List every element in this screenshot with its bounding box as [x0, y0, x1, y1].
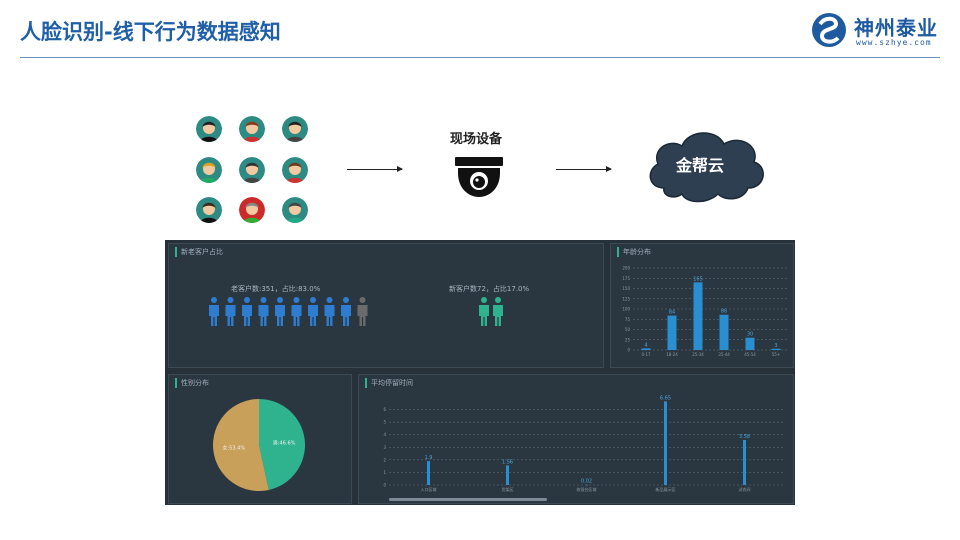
person-icon [308, 297, 318, 326]
x-tick-label: 试衣间 [739, 486, 751, 492]
bar [667, 315, 677, 350]
person-avatar-icon [239, 197, 265, 223]
logo-url: www.szhye.com [856, 38, 932, 47]
bar [719, 314, 729, 350]
y-tick-label: 2 [383, 457, 386, 462]
bar [743, 439, 746, 485]
bar-value-label: 86 [721, 309, 727, 315]
dashboard-screenshot: 新老客户占比 老客户数:351，占比:83.0% 新客户数72，占比17.0% … [165, 240, 795, 505]
x-tick-label: 货架区 [502, 486, 514, 492]
logo-text: 神州泰业 [854, 16, 938, 40]
y-tick-label: 125 [622, 296, 630, 301]
y-tick-label: 3 [383, 445, 386, 450]
bar [641, 348, 651, 350]
y-tick-label: 200 [622, 266, 630, 271]
panel-title: 年龄分布 [617, 247, 651, 257]
arrow-to-cloud-icon [556, 166, 612, 172]
old-customer-text: 老客户数:351，占比:83.0% [231, 285, 321, 293]
gender-panel: 性别分布 男:46.6% 女:53.4% [168, 374, 352, 504]
logo-mark-icon [812, 13, 846, 47]
y-tick-label: 4 [383, 432, 386, 437]
person-avatar-icon [239, 157, 265, 183]
camera-icon [455, 157, 503, 197]
y-tick-label: 5 [383, 420, 386, 425]
device-label: 现场设备 [450, 132, 503, 147]
x-tick-label: 55+ [772, 352, 780, 357]
y-tick-label: 150 [622, 286, 630, 291]
y-tick-label: 1 [383, 470, 386, 475]
x-tick-label: 25-34 [692, 352, 704, 357]
new-customer-icons [479, 297, 503, 326]
person-avatar-icon [282, 116, 308, 142]
y-tick-label: 6 [383, 407, 386, 412]
bar-value-label: 3 [774, 343, 777, 349]
bar-value-label: 0.02 [581, 479, 592, 485]
person-avatar-icon [196, 197, 222, 223]
y-tick-label: 100 [622, 307, 630, 312]
y-tick-label: 75 [625, 317, 631, 322]
bar [664, 401, 667, 485]
person-icon [357, 297, 368, 326]
arrow-to-device-icon [347, 166, 403, 172]
person-icon [258, 297, 269, 326]
y-tick-label: 0 [627, 348, 630, 353]
bar-value-label: 4 [644, 342, 647, 348]
person-avatar-icon [239, 116, 265, 142]
person-avatar-icon [196, 157, 222, 183]
person-icon [209, 297, 219, 326]
person-icon [275, 297, 285, 326]
bar-value-label: 3.58 [739, 434, 750, 440]
person-avatar-icon [282, 197, 308, 223]
dwell-chart: 0 1 2 3 4 5 6 1.9 入口区域 1.56 货架区 0.02收银台区域 6.65 新品展示区 3… [383, 395, 784, 492]
bar [771, 348, 781, 350]
bar-value-label: 1.9 [425, 455, 433, 461]
x-tick-label: 收银台区域 [577, 486, 597, 492]
y-tick-label: 0 [383, 483, 386, 488]
cloud-label: 金帮云 [676, 156, 725, 175]
y-tick-label: 50 [625, 327, 631, 332]
panel-title: 新老客户占比 [175, 247, 223, 257]
panel-title: 性别分布 [175, 378, 209, 388]
dwell-time-panel: 平均停留时间 0 1 2 3 4 5 6 1.9 入口区域 1.56 货架区 0.02 收银台区域 6.6… [358, 374, 794, 504]
bar-value-label: 165 [693, 276, 703, 282]
person-icon [493, 297, 503, 326]
x-tick-label: 18-24 [666, 352, 678, 357]
age-distribution-panel: 年龄分布 0 25 50 75 100 125 150 175 200 4 0-17 84 18-24 1… [610, 243, 794, 368]
person-avatar-icon [282, 157, 308, 183]
person-icon [242, 297, 252, 326]
bar [585, 484, 588, 486]
person-icon [324, 297, 335, 326]
bar-value-label: 1.56 [502, 459, 513, 465]
person-avatar-icon [196, 116, 222, 142]
bar-value-label: 30 [747, 332, 753, 338]
bar [745, 337, 755, 350]
pie-slice-label: 男:46.6% [273, 440, 296, 446]
title-divider [20, 57, 940, 58]
age-chart: 0 25 50 75 100 125 150 175 200 4 0-17 84 18-24 165 25-… [622, 266, 789, 357]
bar [427, 461, 430, 485]
y-tick-label: 25 [625, 337, 631, 342]
new-customer-text: 新客户数72，占比17.0% [449, 285, 530, 293]
y-tick-label: 175 [622, 276, 630, 281]
person-icon [291, 297, 302, 326]
bar-value-label: 84 [669, 310, 675, 316]
x-tick-label: 0-17 [641, 352, 651, 357]
old-customer-icons [209, 297, 368, 326]
x-tick-label: 新品展示区 [656, 486, 676, 492]
person-icon [225, 297, 236, 326]
gender-pie-chart: 男:46.6% 女:53.4% [213, 399, 305, 491]
bar [693, 282, 703, 350]
bar [506, 465, 509, 485]
person-icon [479, 297, 489, 326]
pie-slice-label: 女:53.4% [223, 445, 246, 452]
page-title: 人脸识别-线下行为数据感知 [20, 20, 281, 44]
customer-ratio-panel: 新老客户占比 老客户数:351，占比:83.0% 新客户数72，占比17.0% [168, 243, 604, 368]
x-tick-label: 入口区域 [421, 486, 437, 492]
x-tick-label: 35-44 [718, 352, 730, 357]
x-tick-label: 45-54 [744, 352, 756, 357]
bar-value-label: 6.65 [660, 395, 671, 401]
person-icon [341, 297, 351, 326]
horizontal-scrollbar[interactable] [389, 498, 547, 501]
